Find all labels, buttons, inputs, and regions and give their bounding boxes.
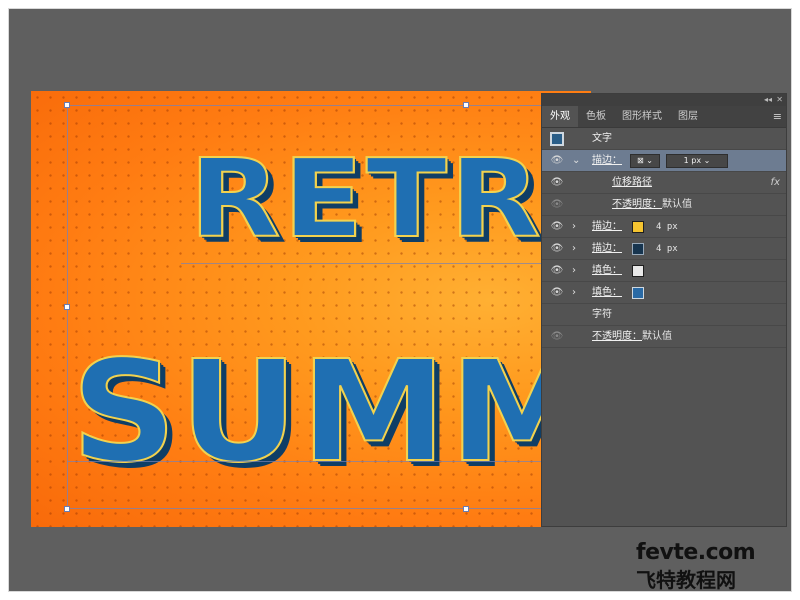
appearance-row-characters[interactable]: 字符 [542, 304, 786, 326]
close-panel-icon[interactable]: ✕ [776, 94, 783, 106]
appearance-row-type[interactable]: 文字 [542, 128, 786, 150]
appearance-panel: ◂◂ ✕ 外观 色板 图形样式 图层 ≡ 文字 👁 ⌄ 描边： ⊠ ⌄ 1 px… [541, 93, 787, 527]
visibility-eye-icon[interactable]: 👁 [550, 238, 564, 260]
panel-tabs: 外观 色板 图形样式 图层 ≡ [542, 106, 786, 128]
panel-title-bar[interactable]: ◂◂ ✕ [542, 94, 786, 106]
visibility-eye-icon[interactable]: 👁 [550, 172, 564, 194]
selection-handle-ml[interactable] [64, 304, 70, 310]
visibility-eye-icon[interactable]: 👁 [550, 216, 564, 238]
stroke-weight-value: 4 px [656, 222, 678, 232]
tab-swatches[interactable]: 色板 [578, 106, 614, 127]
workspace-frame: RETR SUMM ◂◂ ✕ 外观 色板 图形样式 图层 ≡ 文字 👁 ⌄ 描边… [8, 8, 792, 592]
selection-handle-bl[interactable] [64, 506, 70, 512]
appearance-row-fill-blue[interactable]: 👁 › 填色： [542, 282, 786, 304]
tab-graphic-styles[interactable]: 图形样式 [614, 106, 670, 127]
art-text-line2[interactable]: SUMM [70, 330, 591, 495]
type-label: 文字 [592, 133, 612, 144]
hamburger-menu-icon[interactable]: ≡ [773, 110, 782, 123]
stroke-label[interactable]: 描边： [592, 150, 622, 172]
artboard[interactable]: RETR SUMM [31, 91, 591, 527]
stroke-color-swatch[interactable] [632, 221, 644, 233]
stroke-color-swatch[interactable] [632, 243, 644, 255]
chevron-right-icon[interactable]: › [572, 282, 576, 304]
opacity-label[interactable]: 不透明度： [592, 326, 642, 348]
offset-path-label[interactable]: 位移路径 [612, 172, 652, 194]
appearance-row-stroke-selected[interactable]: 👁 ⌄ 描边： ⊠ ⌄ 1 px ⌄ [542, 150, 786, 172]
stroke-weight-value: 1 px [683, 156, 702, 165]
visibility-eye-icon[interactable]: 👁 [550, 150, 564, 172]
selection-handle-bc[interactable] [463, 506, 469, 512]
stroke-weight-select[interactable]: 1 px ⌄ [666, 154, 728, 168]
appearance-row-opacity-inner[interactable]: 👁 不透明度： 默认值 [542, 194, 786, 216]
stroke-weight-value: 4 px [656, 244, 678, 254]
watermark-site-name: 飞特教程网 [636, 568, 736, 592]
fill-color-swatch[interactable] [632, 287, 644, 299]
collapse-panel-icon[interactable]: ◂◂ [764, 94, 772, 106]
stroke-label[interactable]: 描边： [592, 216, 622, 238]
watermark-site-url: fevte.com [636, 540, 756, 565]
visibility-eye-icon[interactable]: 👁 [550, 260, 564, 282]
opacity-value: 默认值 [642, 331, 672, 342]
text-baseline-2 [67, 461, 587, 462]
chevron-right-icon[interactable]: › [572, 238, 576, 260]
fill-label[interactable]: 填色： [592, 282, 622, 304]
text-baseline-1 [181, 263, 589, 264]
visibility-eye-icon[interactable]: 👁 [550, 326, 564, 348]
stroke-color-picker[interactable]: ⊠ ⌄ [630, 154, 660, 168]
fx-icon[interactable]: fx [771, 172, 780, 194]
appearance-row-offset-path[interactable]: 👁 位移路径 fx [542, 172, 786, 194]
opacity-label[interactable]: 不透明度： [612, 194, 662, 216]
appearance-row-stroke-dark[interactable]: 👁 › 描边： 4 px [542, 238, 786, 260]
chevron-right-icon[interactable]: › [572, 216, 576, 238]
visibility-eye-icon[interactable]: 👁 [550, 194, 564, 216]
fill-color-swatch[interactable] [632, 265, 644, 277]
visibility-eye-icon[interactable]: 👁 [550, 282, 564, 304]
stroke-label[interactable]: 描边： [592, 238, 622, 260]
chevron-down-icon[interactable]: ⌄ [572, 150, 580, 172]
chevron-right-icon[interactable]: › [572, 260, 576, 282]
tab-appearance[interactable]: 外观 [542, 106, 578, 127]
appearance-row-fill-white[interactable]: 👁 › 填色： [542, 260, 786, 282]
selection-handle-tl[interactable] [64, 102, 70, 108]
type-thumbnail-icon [550, 132, 564, 146]
appearance-row-stroke-yellow[interactable]: 👁 › 描边： 4 px [542, 216, 786, 238]
art-text-line1[interactable]: RETR [188, 136, 543, 263]
appearance-row-opacity-outer[interactable]: 👁 不透明度： 默认值 [542, 326, 786, 348]
opacity-value: 默认值 [662, 199, 692, 210]
selection-handle-tc[interactable] [463, 102, 469, 108]
characters-label: 字符 [592, 309, 612, 320]
fill-label[interactable]: 填色： [592, 260, 622, 282]
tab-layers[interactable]: 图层 [670, 106, 706, 127]
